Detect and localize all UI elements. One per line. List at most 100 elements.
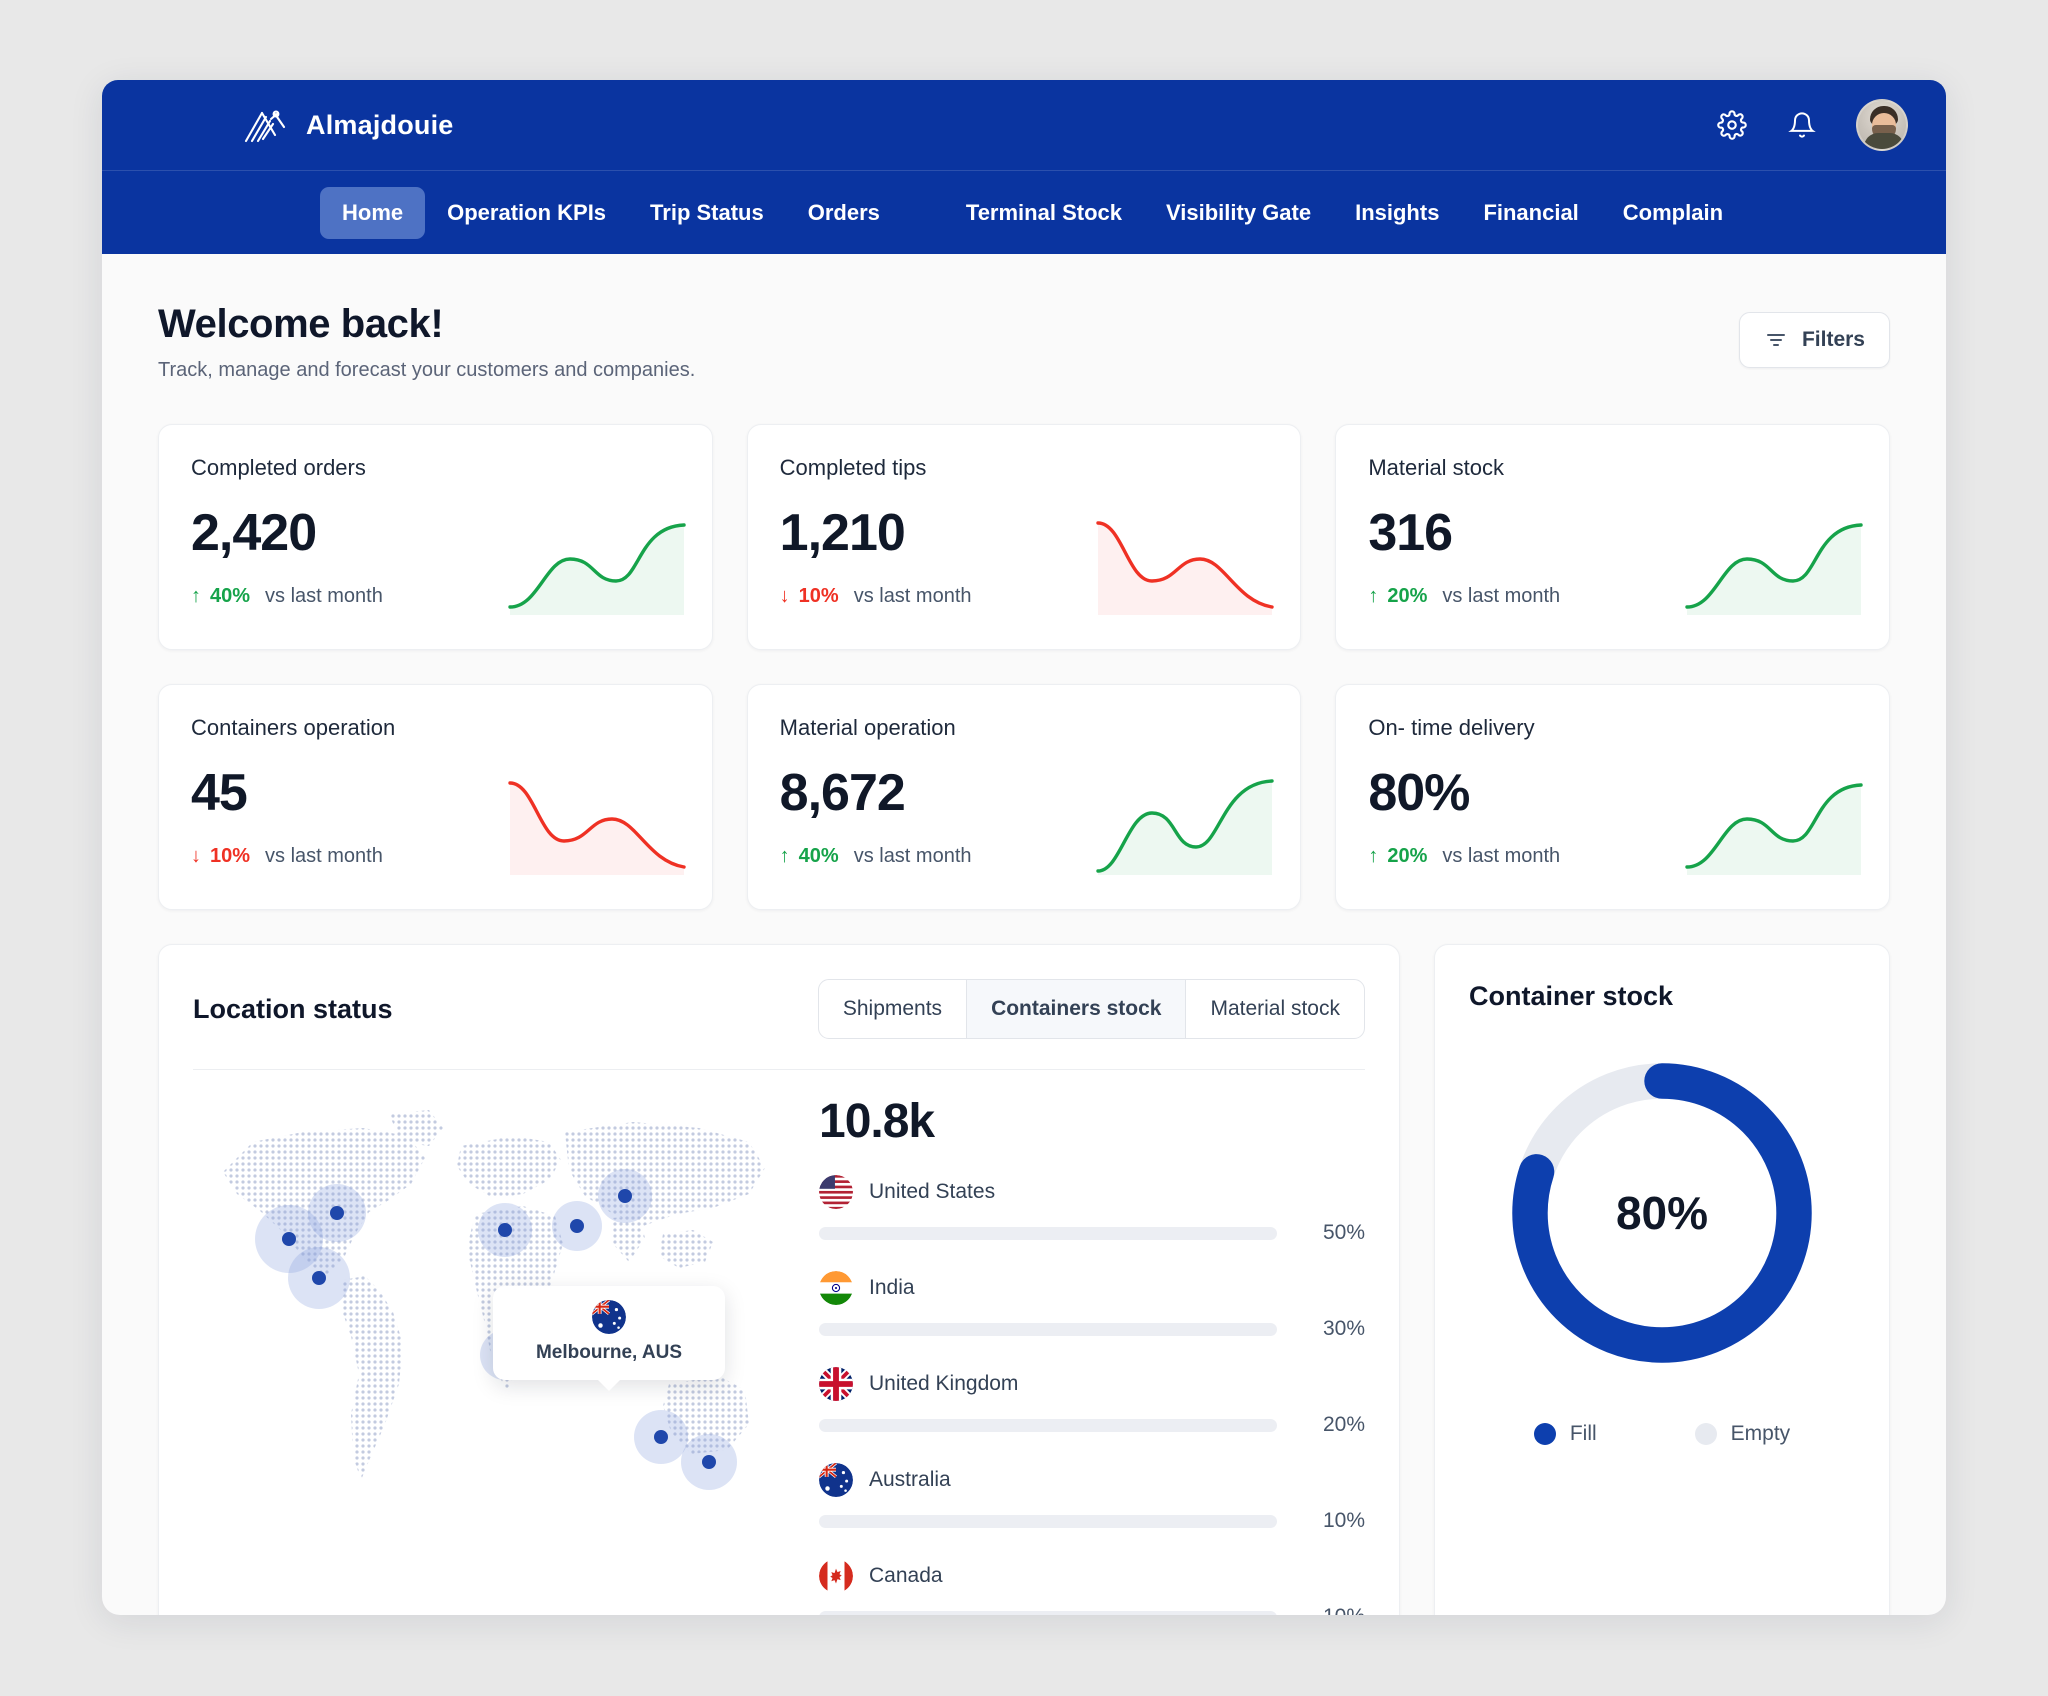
sparkline-chart — [1096, 521, 1275, 615]
legend-label-fill: Fill — [1569, 1422, 1597, 1445]
country-bar: 10% — [819, 1605, 1365, 1615]
marker-dot — [702, 1455, 716, 1470]
world-map[interactable]: Melbourne, AUS — [193, 1084, 793, 1514]
brand[interactable]: Almajdouie — [242, 105, 454, 145]
page-content: Welcome back! Track, manage and forecast… — [102, 254, 1946, 1615]
legend-item-fill[interactable]: Fill — [1533, 1422, 1597, 1446]
flag-canada-icon — [819, 1559, 853, 1593]
country-header: United Kingdom — [819, 1367, 1365, 1401]
nav-item-visibility-gate[interactable]: Visibility Gate — [1144, 187, 1333, 239]
country-name: United States — [869, 1180, 996, 1203]
location-total: 10.8k — [819, 1095, 935, 1148]
donut-chart[interactable]: 80% — [1501, 1052, 1823, 1374]
kpi-percent: 20% — [1387, 585, 1428, 607]
kpi-card-completed-tips[interactable]: Completed tips 1,210 ↓ 10% vs last month — [746, 424, 1302, 650]
progress-track — [819, 1514, 1277, 1528]
country-header: United States — [819, 1175, 1365, 1209]
nav-item-complain[interactable]: Complain — [1601, 187, 1745, 239]
flag-india-icon — [819, 1271, 853, 1305]
kpi-card-material-operation[interactable]: Material operation 8,672 ↑ 40% vs last m… — [746, 684, 1302, 910]
container-stock-card: Container stock 80% Fill Empty — [1434, 944, 1890, 1615]
nav-item-terminal-stock[interactable]: Terminal Stock — [944, 187, 1144, 239]
filters-label: Filters — [1801, 328, 1865, 351]
top-bar: Almajdouie — [102, 80, 1946, 170]
country-name: Canada — [869, 1564, 943, 1587]
bottom-row: Location status Shipments Containers sto… — [158, 944, 1890, 1615]
country-row-united-states: United States 50% — [819, 1175, 1365, 1245]
legend-label-empty: Empty — [1730, 1422, 1791, 1445]
kpi-label: Completed orders — [191, 455, 366, 480]
legend-dot-empty — [1694, 1423, 1717, 1445]
kpi-percent: 10% — [798, 585, 839, 607]
country-header: India — [819, 1271, 1365, 1305]
avatar[interactable] — [1856, 99, 1908, 151]
nav-item-orders[interactable]: Orders — [786, 187, 902, 239]
progress-track — [819, 1418, 1277, 1432]
tab-containers-stock[interactable]: Containers stock — [967, 980, 1187, 1038]
kpi-label: Completed tips — [779, 455, 927, 480]
mountain-logo-icon — [244, 110, 286, 143]
progress-track — [819, 1322, 1277, 1336]
donut-center-label: 80% — [1615, 1187, 1709, 1239]
kpi-comparison: vs last month — [853, 845, 972, 867]
country-row-india: India 30% — [819, 1271, 1365, 1341]
kpi-comparison: vs last month — [265, 585, 383, 607]
kpi-label: Material stock — [1368, 455, 1505, 480]
progress-track — [819, 1610, 1277, 1615]
filters-button[interactable]: Filters — [1738, 312, 1890, 368]
nav-item-operation-kpis[interactable]: Operation KPIs — [425, 187, 628, 239]
page-header: Welcome back! Track, manage and forecast… — [158, 302, 1890, 382]
sparkline-chart — [1096, 779, 1275, 875]
trend-down-icon: ↓ — [779, 585, 790, 607]
country-name: India — [869, 1276, 915, 1299]
kpi-label: On- time delivery — [1368, 715, 1535, 740]
app-window: Almajdouie Home Operation KPIs Trip Stat… — [102, 80, 1946, 1615]
trend-up-icon: ↑ — [191, 585, 201, 607]
kpi-card-material-stock[interactable]: Material stock 316 ↑ 20% vs last month — [1335, 424, 1890, 650]
country-percent: 10% — [1322, 1509, 1365, 1532]
location-status-card: Location status Shipments Containers sto… — [158, 944, 1400, 1615]
country-bar: 20% — [819, 1413, 1365, 1437]
flag-australia-icon — [592, 1300, 626, 1335]
country-header: Australia — [819, 1463, 1365, 1497]
donut-legend: Fill Empty — [1469, 1422, 1855, 1446]
location-body: Melbourne, AUS 10.8k United States 50% I… — [193, 1070, 1365, 1615]
kpi-percent: 40% — [210, 585, 251, 607]
tab-shipments[interactable]: Shipments — [819, 980, 968, 1038]
location-stats: 10.8k United States 50% India 30% United… — [803, 1070, 1365, 1615]
kpi-label: Containers operation — [191, 715, 396, 740]
nav-item-trip-status[interactable]: Trip Status — [628, 187, 786, 239]
nav-item-financial[interactable]: Financial — [1461, 187, 1600, 239]
gear-icon[interactable] — [1716, 109, 1748, 141]
kpi-percent: 20% — [1387, 845, 1428, 867]
tab-material-stock[interactable]: Material stock — [1186, 980, 1364, 1038]
nav-item-insights[interactable]: Insights — [1333, 187, 1461, 239]
legend-item-empty[interactable]: Empty — [1694, 1422, 1791, 1446]
kpi-percent: 40% — [798, 845, 839, 867]
location-tabs: Shipments Containers stock Material stoc… — [817, 979, 1365, 1039]
bell-icon[interactable] — [1786, 109, 1818, 141]
country-name: United Kingdom — [869, 1372, 1019, 1395]
kpi-grid: Completed orders 2,420 ↑ 40% vs last mon… — [158, 424, 1890, 910]
brand-name: Almajdouie — [306, 109, 454, 140]
main-navigation: Home Operation KPIs Trip Status Orders T… — [102, 170, 1946, 254]
kpi-card-completed-orders[interactable]: Completed orders 2,420 ↑ 40% vs last mon… — [158, 424, 713, 650]
kpi-comparison: vs last month — [1442, 585, 1561, 607]
flag-united-kingdom-icon — [819, 1367, 853, 1401]
container-stock-title: Container stock — [1469, 981, 1674, 1011]
marker-dot — [312, 1270, 326, 1285]
country-percent: 20% — [1322, 1413, 1365, 1436]
flag-australia-icon — [819, 1463, 853, 1497]
kpi-card-containers-operation[interactable]: Containers operation 45 ↓ 10% vs last mo… — [158, 684, 713, 910]
country-header: Canada — [819, 1559, 1365, 1593]
sparkline-chart — [507, 523, 686, 615]
marker-dot — [330, 1206, 344, 1220]
map-tooltip-label: Melbourne, AUS — [535, 1342, 683, 1364]
marker-dot — [498, 1223, 512, 1238]
country-bar: 30% — [819, 1317, 1365, 1341]
nav-item-home[interactable]: Home — [320, 186, 426, 239]
kpi-label: Material operation — [779, 715, 956, 740]
country-row-australia: Australia 10% — [819, 1463, 1365, 1533]
kpi-card-on-time-delivery[interactable]: On- time delivery 80% ↑ 20% vs last mont… — [1335, 684, 1890, 910]
page-title: Welcome back! — [158, 302, 444, 346]
